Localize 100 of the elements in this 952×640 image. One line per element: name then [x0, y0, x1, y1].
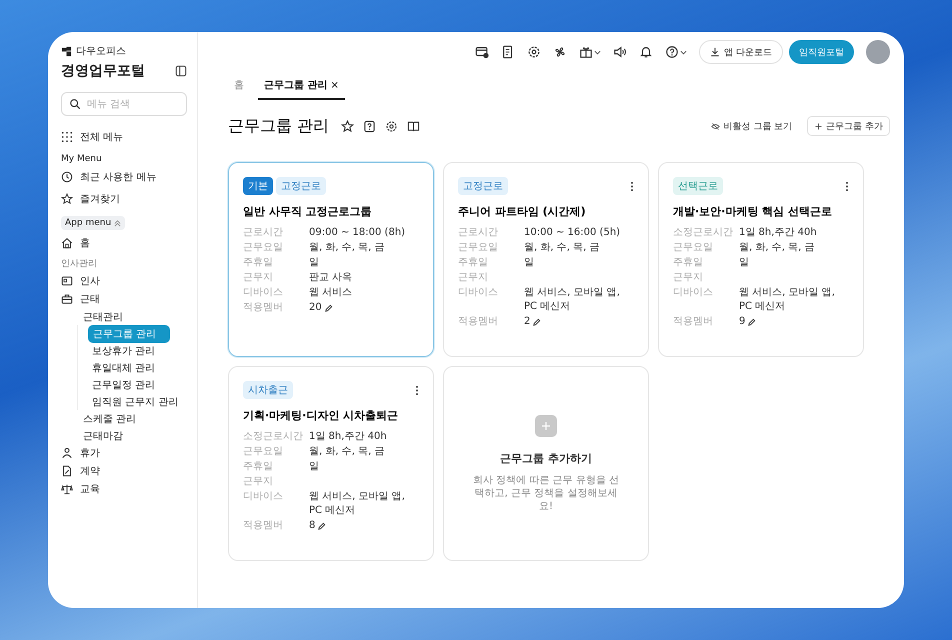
search-box[interactable]: 메뉴 검색 [61, 92, 187, 116]
bell-icon[interactable] [639, 45, 654, 59]
menu-item[interactable]: 홈 [80, 236, 90, 250]
tab[interactable]: 홈 [228, 78, 250, 100]
more-icon[interactable] [845, 180, 849, 192]
help-icon[interactable] [363, 120, 376, 132]
card-title: 기획·마케팅·디자인 시차출퇴근 [243, 408, 400, 423]
card-icon[interactable] [475, 45, 490, 59]
field-label: 근무요일 [243, 241, 284, 255]
eye-off-icon [711, 122, 720, 130]
card-description: 회사 정책에 따른 근무 유형을 선택하고, 근무 정책을 설정해보세요! [472, 474, 620, 512]
group-tag: 기본 [243, 177, 273, 195]
page-title: 근무그룹 관리 [228, 116, 330, 136]
member-count: 9 [739, 315, 746, 329]
menu-item[interactable]: 휴일대체 관리 [88, 360, 160, 376]
menu-item[interactable]: 임직원 근무지 관리 [88, 394, 182, 410]
field-value: 1일 8h,주간 40h [739, 227, 817, 238]
menu-item[interactable]: 근무일정 관리 [88, 376, 160, 392]
help-icon[interactable] [665, 45, 680, 59]
field-label: 주휴일 [243, 256, 274, 270]
menu-item[interactable]: 인사 [80, 273, 104, 289]
more-icon[interactable] [415, 384, 419, 396]
menu-item[interactable]: 근태마감 [79, 428, 127, 444]
add-group-card[interactable]: 근무그룹 추가하기 회사 정책에 따른 근무 유형을 선택하고, 근무 정책을 설정해보세요! [443, 366, 649, 561]
caret-icon[interactable] [680, 48, 688, 56]
field-label: 디바이스 [458, 286, 499, 300]
pinwheel-icon[interactable] [553, 45, 568, 59]
download-icon [710, 47, 720, 57]
close-tab-button[interactable]: × [330, 80, 339, 90]
app-menu-toggle[interactable]: App menu [61, 216, 126, 230]
gift-icon[interactable] [579, 45, 594, 59]
menu-item[interactable]: 교육 [80, 481, 104, 497]
person-icon [61, 447, 73, 459]
home-icon [61, 237, 73, 249]
section-heading: 인사관리 [61, 258, 98, 270]
logo-icon [61, 46, 72, 56]
field-label: 디바이스 [243, 490, 284, 504]
field-value: 09:00 ~ 18:00 (8h) [309, 227, 406, 238]
work-group-card[interactable]: 시차출근 기획·마케팅·디자인 시차출퇴근 소정근로시간 1일 8h,주간 40h 근무요일 월, 화, 수, 목, 금 주휴일 일 근무지 디바이스 웹 서비스, 모바일 앱, PC 메신저 적용멤버 8 [228, 366, 434, 561]
group-tag: 선택근로 [673, 177, 723, 195]
work-group-card[interactable]: 고정근로 주니어 파트타임 (시간제) 근로시간 10:00 ~ 16:00 (5h) 근무요일 월, 화, 수, 목, 금 주휴일 일 근무지 디바이스 웹 서비스, 모바일 앱, PC 메신저 적용멤버 2 [443, 162, 649, 357]
download-button[interactable]: 앱 다운로드 [699, 40, 783, 64]
field-label: 근로시간 [243, 226, 284, 240]
clock-icon [61, 171, 73, 183]
menu-item[interactable]: 근태 [80, 291, 104, 307]
more-icon[interactable] [630, 180, 634, 192]
field-label: 근무요일 [458, 241, 499, 255]
settings-icon[interactable] [527, 45, 542, 59]
menu-item[interactable]: 최근 사용한 메뉴 [80, 170, 156, 184]
avatar[interactable] [866, 40, 890, 64]
card-title: 일반 사무직 고정근로그룹 [243, 204, 373, 219]
field-value: 일 [309, 461, 319, 472]
field-value: 웹 서비스, 모바일 앱, PC 메신저 [309, 491, 405, 516]
menu-item[interactable]: 휴가 [80, 445, 104, 461]
field-label: 근로시간 [458, 226, 499, 240]
field-label: 적용멤버 [243, 519, 284, 533]
field-value: 일 [524, 257, 534, 268]
sidebar-toggle-icon[interactable] [175, 65, 187, 77]
field-value: 월, 화, 수, 목, 금 [309, 446, 384, 457]
field-label: 디바이스 [243, 286, 284, 300]
field-label: 주휴일 [673, 256, 704, 270]
menu-item[interactable]: 전체 메뉴 [80, 130, 124, 144]
speaker-icon[interactable] [613, 45, 628, 59]
portal-title: 경영업무포털 [61, 62, 145, 80]
field-value: 웹 서비스, 모바일 앱, PC 메신저 [739, 287, 835, 312]
group-tag: 고정근로 [276, 177, 326, 195]
field-label: 근무지 [243, 475, 274, 489]
settings-icon[interactable] [385, 120, 398, 132]
work-group-card[interactable]: 선택근로 개발·보안·마케팅 핵심 선택근로 소정근로시간 1일 8h,주간 40h 근무요일 월, 화, 수, 목, 금 주휴일 일 근무지 디바이스 웹 서비스, 모바일 앱, PC 메신저 적용멤버 9 [658, 162, 864, 357]
field-value: 일 [309, 257, 319, 268]
field-value: 월, 화, 수, 목, 금 [524, 242, 600, 253]
field-label: 근무요일 [673, 241, 714, 255]
menu-item[interactable]: 보상휴가 관리 [88, 342, 160, 358]
field-value: 일 [739, 257, 749, 268]
search-icon [69, 98, 81, 110]
tab[interactable]: 근무그룹 관리 × [258, 78, 345, 100]
brand-name: 다우오피스 [76, 45, 126, 58]
book-icon[interactable] [407, 120, 420, 132]
plus-icon [814, 122, 824, 130]
work-group-card[interactable]: 기본 고정근로 일반 사무직 고정근로그룹 근로시간 09:00 ~ 18:00 (8h) 근무요일 월, 화, 수, 목, 금 주휴일 일 근무지 판교 사옥 디바이스 웹 서비스 적용멤버 20 [228, 162, 434, 357]
star-icon[interactable] [341, 120, 354, 132]
field-label: 근무지 [243, 271, 274, 285]
card-title: 근무그룹 추가하기 [500, 450, 592, 466]
field-label: 근무지 [458, 271, 489, 285]
menu-item[interactable]: 근태관리 [79, 308, 127, 324]
member-count: 8 [309, 519, 316, 533]
caret-icon[interactable] [594, 48, 602, 56]
pencil-icon[interactable] [324, 304, 333, 312]
scale-icon [61, 483, 73, 495]
menu-item[interactable]: 계약 [80, 463, 104, 479]
card-title: 개발·보안·마케팅 핵심 선택근로 [673, 204, 834, 219]
add-group-button[interactable]: 근무그룹 추가 [807, 116, 890, 136]
menu-item[interactable]: 즐겨찾기 [80, 192, 120, 206]
menu-item[interactable]: 스케줄 관리 [79, 410, 140, 426]
plus-icon [535, 414, 557, 436]
field-label: 근무지 [673, 271, 704, 285]
field-label: 적용멤버 [243, 301, 284, 315]
pencil-icon[interactable] [532, 318, 542, 326]
pencil-icon[interactable] [747, 318, 756, 326]
pencil-icon[interactable] [317, 522, 326, 530]
